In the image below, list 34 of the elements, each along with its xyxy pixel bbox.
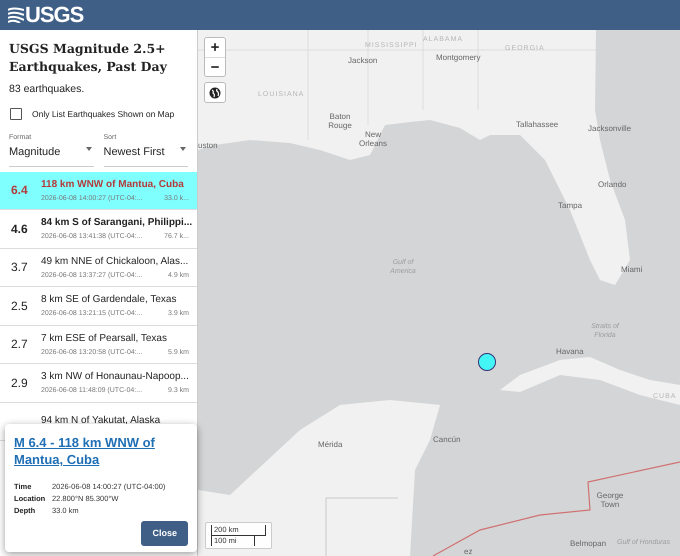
map-label: ez xyxy=(464,547,472,556)
dropdown-value: Magnitude xyxy=(9,145,60,160)
map-label: Mérida xyxy=(318,440,342,449)
map-label: Jacksonville xyxy=(588,124,632,133)
map-label: Miami xyxy=(621,265,642,274)
place-name: 118 km WNW of Mantua, Cuba xyxy=(41,178,185,192)
map-label: New Orleans xyxy=(358,130,388,148)
magnitude: 2.5 xyxy=(11,298,29,315)
map-label: Tallahassee xyxy=(516,120,558,129)
place-name: 84 km S of Sarangani, Philippi... xyxy=(41,216,189,230)
magnitude: 2.7 xyxy=(11,336,29,354)
magnitude: 4.6 xyxy=(11,220,29,238)
earthquake-count: 83 earthquakes. xyxy=(8,82,86,97)
map-label: Baton Rouge xyxy=(327,112,353,130)
map-label: Jackson xyxy=(348,56,378,65)
magnitude: 6.4 xyxy=(11,182,29,200)
place-name: 3 km NW of Honaunau-Napoop... xyxy=(41,370,189,384)
map-label: Havana xyxy=(556,347,584,356)
map-label: Belmopan xyxy=(570,539,606,548)
map-label: Cancún xyxy=(433,435,461,444)
map-label: Orlando xyxy=(598,180,626,189)
checkbox-label: Only List Earthquakes Shown on Map xyxy=(32,108,174,120)
map-label: Montgomery xyxy=(436,53,480,62)
place-name: 49 km NNE of Chickaloon, Alas... xyxy=(41,254,189,268)
feed-title: USGS Magnitude 2.5+ Earthquakes, Past Day xyxy=(8,40,168,76)
map-label: George Town xyxy=(596,491,624,509)
place-name: 7 km ESE of Pearsall, Texas xyxy=(41,332,168,346)
map-label: uston xyxy=(198,141,218,150)
magnitude: 2.9 xyxy=(11,374,29,392)
place-name: 94 km N of Yakutat, Alaska xyxy=(41,414,162,428)
place-name: 8 km SE of Gardendale, Texas xyxy=(41,293,178,307)
map-label: Tampa xyxy=(558,201,582,210)
magnitude: 3.7 xyxy=(11,259,29,276)
dropdown-value: Newest First xyxy=(104,145,165,160)
